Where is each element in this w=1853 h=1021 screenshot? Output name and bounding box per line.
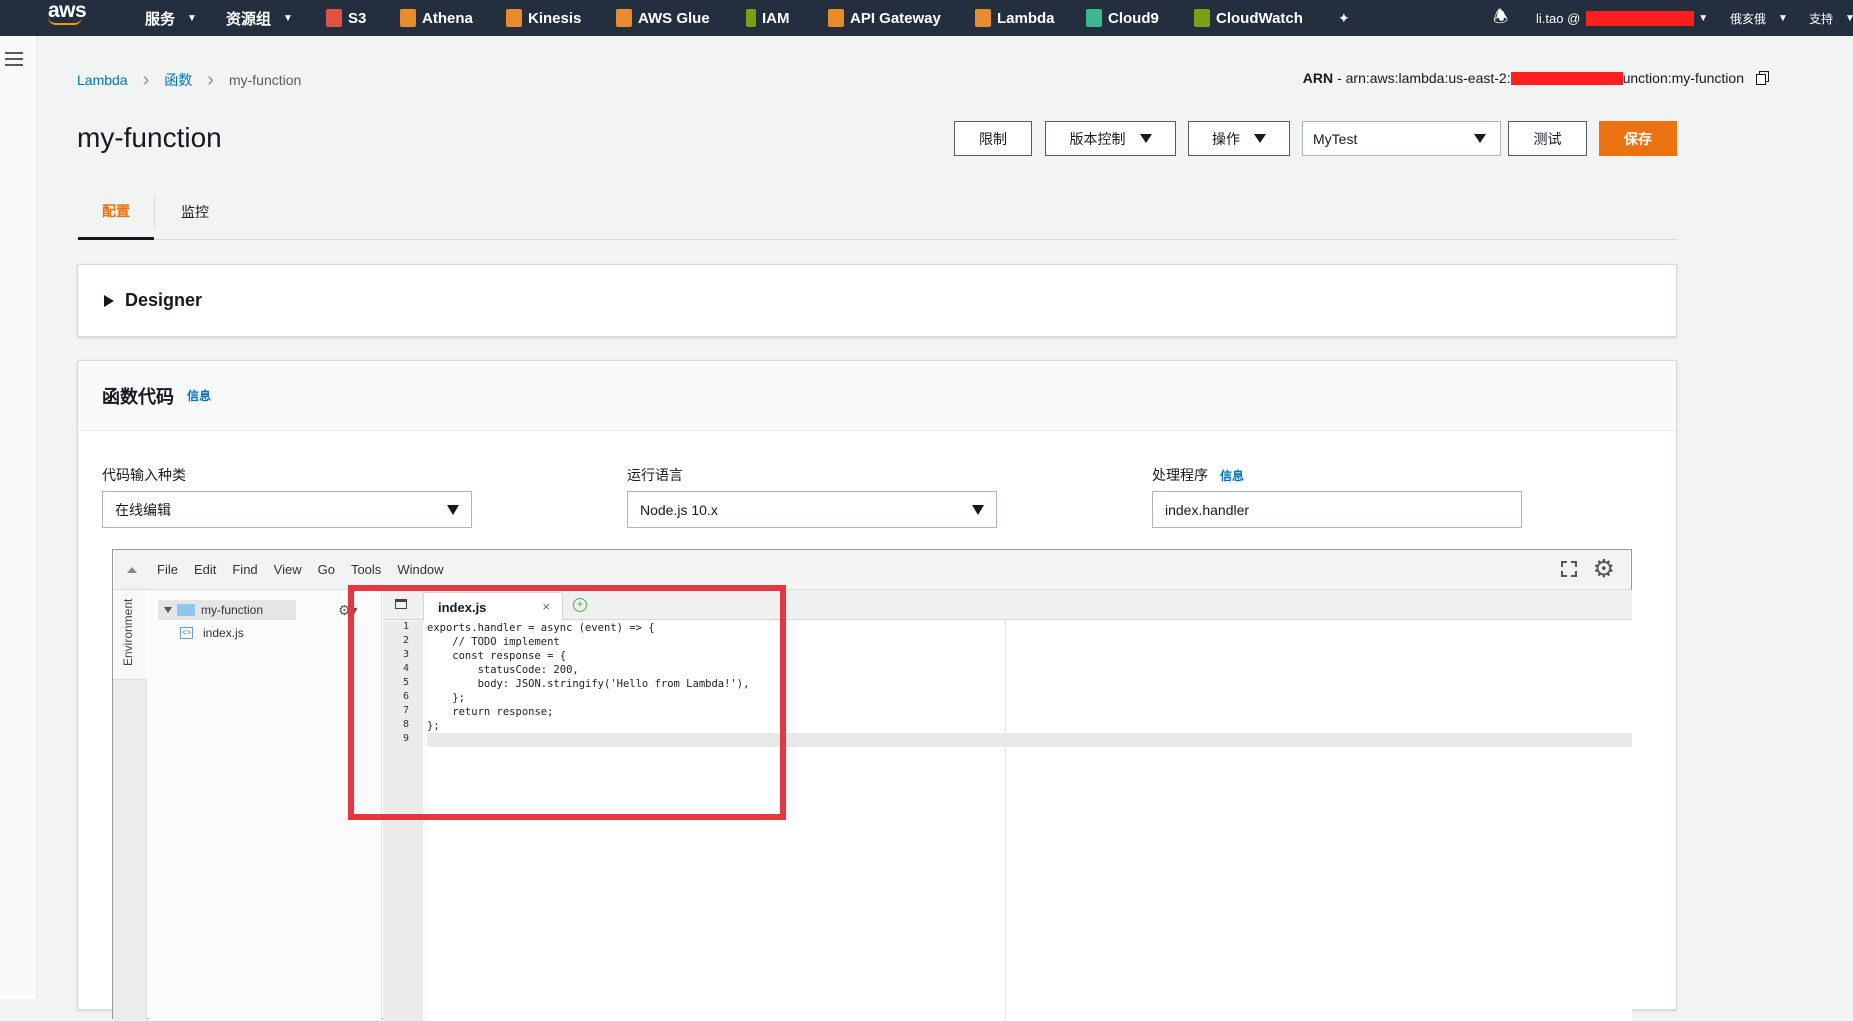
menu-icon[interactable] (5, 52, 23, 70)
menu-view[interactable]: View (274, 562, 302, 577)
function-code-title: 函数代码 (102, 386, 174, 407)
tree-folder-my-function[interactable]: my-function (158, 600, 296, 620)
shortcut-athena[interactable]: Athena (400, 0, 473, 36)
menu-tools[interactable]: Tools (351, 562, 381, 577)
menu-file[interactable]: File (157, 562, 178, 577)
tab-monitoring[interactable]: 监控 (155, 184, 235, 240)
tab-configuration[interactable]: 配置 (78, 184, 154, 240)
runtime-label: 运行语言 (627, 467, 683, 483)
chevron-down-icon: ▼ (1698, 12, 1709, 24)
breadcrumb-lambda[interactable]: Lambda (77, 72, 128, 88)
shortcut-s3[interactable]: S3 (326, 0, 366, 36)
info-link[interactable]: 信息 (187, 387, 211, 404)
function-code-panel: 函数代码 信息 代码输入种类 在线编辑 运行语言 Node.js 10.x 处理… (77, 360, 1677, 1021)
settings-gear-icon[interactable]: ⚙ (1593, 557, 1615, 582)
page-title: my-function (77, 122, 222, 153)
actions-dropdown[interactable]: 操作 (1188, 121, 1290, 156)
cloud9-icon (1086, 9, 1102, 27)
chevron-down-icon: ▼ (1845, 12, 1853, 24)
services-menu[interactable]: 服务 ▼ (145, 0, 197, 36)
chevron-down-icon: ▼ (1778, 12, 1788, 24)
test-button[interactable]: 测试 (1508, 121, 1587, 156)
menu-edit[interactable]: Edit (194, 562, 216, 577)
code-entry-select[interactable]: 在线编辑 (102, 491, 472, 528)
shortcut-lambda[interactable]: Lambda (975, 0, 1055, 36)
menu-window[interactable]: Window (397, 562, 443, 577)
expand-triangle-icon (104, 294, 114, 307)
breadcrumb-functions[interactable]: 函数 (164, 70, 192, 90)
chevron-down-icon: ▼ (187, 12, 197, 24)
designer-label: Designer (125, 290, 203, 310)
iam-icon (746, 9, 756, 27)
glue-icon (616, 9, 632, 27)
code-editor-ide: File Edit Find View Go Tools Window ⚙ En… (112, 549, 1632, 1021)
side-nav-strip (0, 36, 37, 999)
region-menu[interactable]: 俄亥俄 ▼ (1730, 0, 1788, 36)
versions-dropdown[interactable]: 版本控制 (1045, 121, 1176, 156)
redacted-account (1586, 10, 1695, 26)
caret-down-icon (1254, 134, 1266, 143)
shortcut-api-gateway[interactable]: API Gateway (828, 0, 941, 36)
file-icon: <> (180, 627, 193, 639)
chevron-down-icon: ▼ (283, 12, 293, 24)
highlight-annotation (348, 585, 786, 820)
handler-label: 处理程序 信息 (1152, 467, 1245, 483)
shortcut-cloudwatch[interactable]: CloudWatch (1194, 0, 1303, 36)
breadcrumb: Lambda › 函数 › my-function (77, 70, 301, 90)
shortcut-kinesis[interactable]: Kinesis (506, 0, 581, 36)
account-menu[interactable]: li.tao @ ▼ (1536, 0, 1708, 36)
config-tabs: 配置 监控 (77, 184, 1677, 240)
fullscreen-icon[interactable] (1560, 561, 1577, 577)
ide-side-panel: Environment (113, 590, 147, 1020)
file-tree: my-function ⚙▾ <> index.js (148, 590, 382, 1020)
environment-tab[interactable]: Environment (113, 590, 147, 680)
function-arn: ARN - arn:aws:lambda:us-east-2: unction:… (1303, 70, 1770, 86)
athena-icon (400, 9, 416, 27)
support-menu[interactable]: 支持 ▼ (1809, 0, 1853, 36)
runtime-select[interactable]: Node.js 10.x (627, 491, 997, 528)
menu-go[interactable]: Go (318, 562, 335, 577)
shortcut-iam[interactable]: IAM (746, 0, 790, 36)
menu-find[interactable]: Find (232, 562, 257, 577)
handler-info-link[interactable]: 信息 (1220, 469, 1244, 483)
top-navigation-bar: aws 服务 ▼ 资源组 ▼ S3 Athena Kinesis AWS Glue … (0, 0, 1853, 36)
chevron-right-icon: › (142, 69, 150, 91)
collapse-icon[interactable] (127, 566, 137, 573)
pin-icon[interactable]: ✦ (1338, 0, 1350, 36)
save-button[interactable]: 保存 (1599, 121, 1677, 156)
redacted-account-id (1510, 71, 1623, 85)
aws-logo[interactable]: aws (48, 0, 92, 34)
bell-icon[interactable]: 🕭 (1493, 0, 1508, 36)
s3-icon (326, 9, 342, 27)
designer-panel[interactable]: Designer (77, 264, 1677, 337)
code-entry-label: 代码输入种类 (102, 467, 186, 483)
lambda-icon (975, 9, 991, 27)
caret-down-icon (1474, 134, 1486, 143)
handler-input[interactable]: index.handler (1152, 491, 1522, 528)
cloudwatch-icon (1194, 9, 1210, 27)
test-event-select[interactable]: MyTest (1302, 121, 1501, 156)
copy-icon[interactable] (1756, 70, 1770, 86)
kinesis-icon (506, 9, 522, 27)
caret-down-icon (447, 504, 459, 515)
ide-menu-bar: File Edit Find View Go Tools Window ⚙ (113, 550, 1631, 590)
shortcut-cloud9[interactable]: Cloud9 (1086, 0, 1159, 36)
breadcrumb-current: my-function (228, 72, 302, 88)
api-gateway-icon (828, 9, 844, 27)
caret-down-icon (1139, 134, 1152, 143)
resource-groups-menu[interactable]: 资源组 ▼ (226, 0, 293, 36)
folder-icon (177, 604, 195, 616)
expand-arrow-icon (164, 607, 172, 613)
shortcut-glue[interactable]: AWS Glue (616, 0, 710, 36)
chevron-right-icon: › (207, 69, 214, 91)
throttle-button[interactable]: 限制 (954, 121, 1032, 156)
caret-down-icon (972, 504, 984, 515)
tree-file-index-js[interactable]: <> index.js (180, 626, 244, 640)
